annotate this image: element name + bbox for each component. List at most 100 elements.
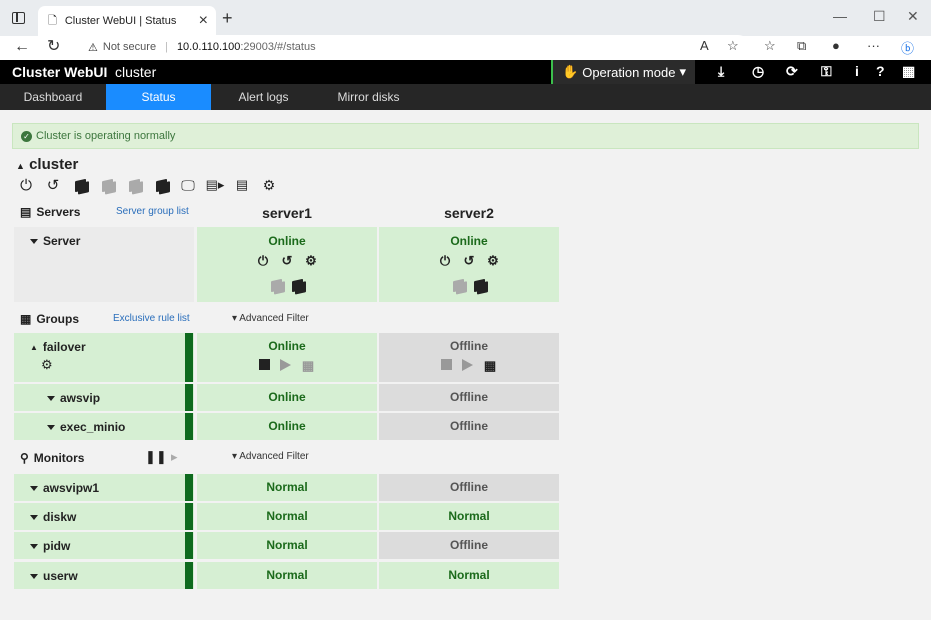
pidw-server2-status: Offline [379,532,559,559]
userw-name: userw [43,569,78,583]
settings-icon[interactable]: ⚙ [259,177,279,193]
url-divider: | [165,41,168,53]
failover-server1-status: Online ▦ [197,333,377,382]
restart-icon[interactable]: ↺ [280,254,294,268]
settings-icon[interactable]: ⚙ [486,254,500,268]
tab-mirror-disks[interactable]: Mirror disks [316,84,421,110]
group-manage-icon[interactable] [474,278,485,293]
stop-group-icon[interactable] [453,278,464,293]
awsvipw1-server2-status: Offline [379,474,559,501]
tab-alert-logs[interactable]: Alert logs [211,84,316,110]
favorites-icon[interactable]: ☆ [764,38,776,54]
suspend-icon[interactable]: ❚❚ [145,450,167,464]
group-manage-icon[interactable] [292,278,303,293]
browser-tab[interactable]: 🗋 Cluster WebUI | Status × [38,6,216,36]
cluster-title[interactable]: ▲ cluster [16,156,78,173]
tab-actions-icon[interactable] [12,12,25,24]
monitors-advanced-filter[interactable]: ▾ Advanced Filter [232,451,309,462]
status-bar [185,503,193,530]
address-bar[interactable]: ⚠ Not secure | 10.0.110.100 :29003/#/sta… [76,35,750,59]
close-window-icon[interactable]: ✕ [907,8,919,25]
move-group-icon[interactable]: ▦ [301,359,315,373]
tab-dashboard[interactable]: Dashboard [0,84,106,110]
monitor-label-awsvipw1[interactable]: awsvipw1 [30,481,99,495]
database-start-icon[interactable]: ▤▸ [205,177,225,193]
userw-server2-status: Normal [379,562,559,589]
monitor-screen-icon[interactable]: 🖵 [178,177,198,193]
stop-group-icon[interactable] [97,177,117,193]
resource-label-awsvip[interactable]: awsvip [47,391,100,405]
operation-mode-button[interactable]: ✋ Operation mode ▾ [551,60,695,84]
page-icon: 🗋 [48,14,57,27]
app-header: Cluster WebUI cluster ✋ Operation mode ▾… [0,60,931,84]
exclusive-rule-list-link[interactable]: Exclusive rule list [113,313,190,324]
settings-icon[interactable]: ⚙ [41,358,55,372]
check-circle-icon: ✓ [21,130,32,142]
power-icon[interactable]: ⏻ [256,254,270,268]
status-alert: ✓ Cluster is operating normally [12,123,919,149]
favorite-add-icon[interactable]: ☆ [727,38,739,54]
groups-advanced-filter[interactable]: ▾ Advanced Filter [232,313,309,324]
maximize-icon[interactable]: ☐ [873,8,886,25]
pidw-name: pidw [43,539,71,553]
more-icon[interactable]: ··· [867,38,880,53]
column-server1: server1 [262,205,312,221]
minimize-icon[interactable]: — [833,8,847,24]
failover-server2-text: Offline [450,339,488,353]
read-aloud-icon[interactable]: A [700,38,709,53]
resume-icon[interactable]: ▸ [171,450,185,464]
start-group-icon[interactable] [70,177,90,193]
monitors-heading: ⚲ Monitors [20,451,84,465]
key-icon[interactable]: ⚿ [821,63,832,80]
stop-icon[interactable] [259,359,270,370]
close-tab-icon[interactable]: × [199,12,208,30]
settings-icon[interactable]: ⚙ [304,254,318,268]
group-manage-icon[interactable] [151,177,171,193]
stop-icon[interactable] [441,359,452,370]
move-group-icon[interactable] [124,177,144,193]
diskw-name: diskw [43,510,77,524]
resource-label-exec-minio[interactable]: exec_minio [47,420,125,434]
refresh-icon[interactable]: ↻ [47,36,60,58]
server2-status: Online ⏻ ↺ ⚙ [379,227,559,302]
server-group-list-link[interactable]: Server group list [116,206,189,217]
stop-group-icon[interactable] [271,278,282,293]
monitor-label-pidw[interactable]: pidw [30,539,70,553]
power-icon[interactable]: ⏻ [16,177,36,194]
nav-tabs: Dashboard Status Alert logs Mirror disks [0,84,931,110]
play-icon[interactable] [462,359,473,371]
caret-down-icon: ▾ [679,64,686,79]
power-icon[interactable]: ⏻ [438,254,452,268]
url-host: 10.0.110.100 [176,41,241,53]
move-group-icon[interactable]: ▦ [483,359,497,373]
restart-icon[interactable]: ↺ [43,177,63,194]
browser-titlebar: 🗋 Cluster WebUI | Status × + — ☐ ✕ [0,0,931,36]
server-row-label[interactable]: Server [30,234,80,248]
groups-label: Groups [36,312,80,326]
play-icon[interactable] [280,359,291,371]
new-tab-icon[interactable]: + [222,8,233,29]
address-bar-row: ← ↻ ⚠ Not secure | 10.0.110.100 :29003/#… [0,35,931,60]
reload-icon[interactable]: ⟳ [786,63,798,80]
menu-grid-icon[interactable]: ▦ [902,63,915,80]
bing-icon[interactable]: ⓑ [901,38,914,57]
help-icon[interactable]: ? [876,63,885,79]
info-icon[interactable]: i [855,63,859,79]
group-label-failover[interactable]: ▲ failover [30,340,86,354]
failover-name: failover [42,340,86,354]
awsvip-name: awsvip [60,391,101,405]
back-icon[interactable]: ← [14,36,30,58]
monitor-label-diskw[interactable]: diskw [30,510,76,524]
tab-status[interactable]: Status [106,84,211,110]
collapse-caret-icon: ▲ [16,161,25,171]
clock-icon[interactable]: ◷ [752,63,764,80]
download-icon[interactable]: ⤓ [718,63,724,80]
database-icon[interactable]: ▤ [232,177,252,193]
collections-icon[interactable]: ⧉ [797,38,806,54]
status-bar [185,413,193,440]
diskw-server2-status: Normal [379,503,559,530]
tab-title: Cluster WebUI | Status [64,15,177,27]
profile-icon[interactable]: ● [832,38,840,53]
monitor-label-userw[interactable]: userw [30,569,78,583]
restart-icon[interactable]: ↺ [462,254,476,268]
